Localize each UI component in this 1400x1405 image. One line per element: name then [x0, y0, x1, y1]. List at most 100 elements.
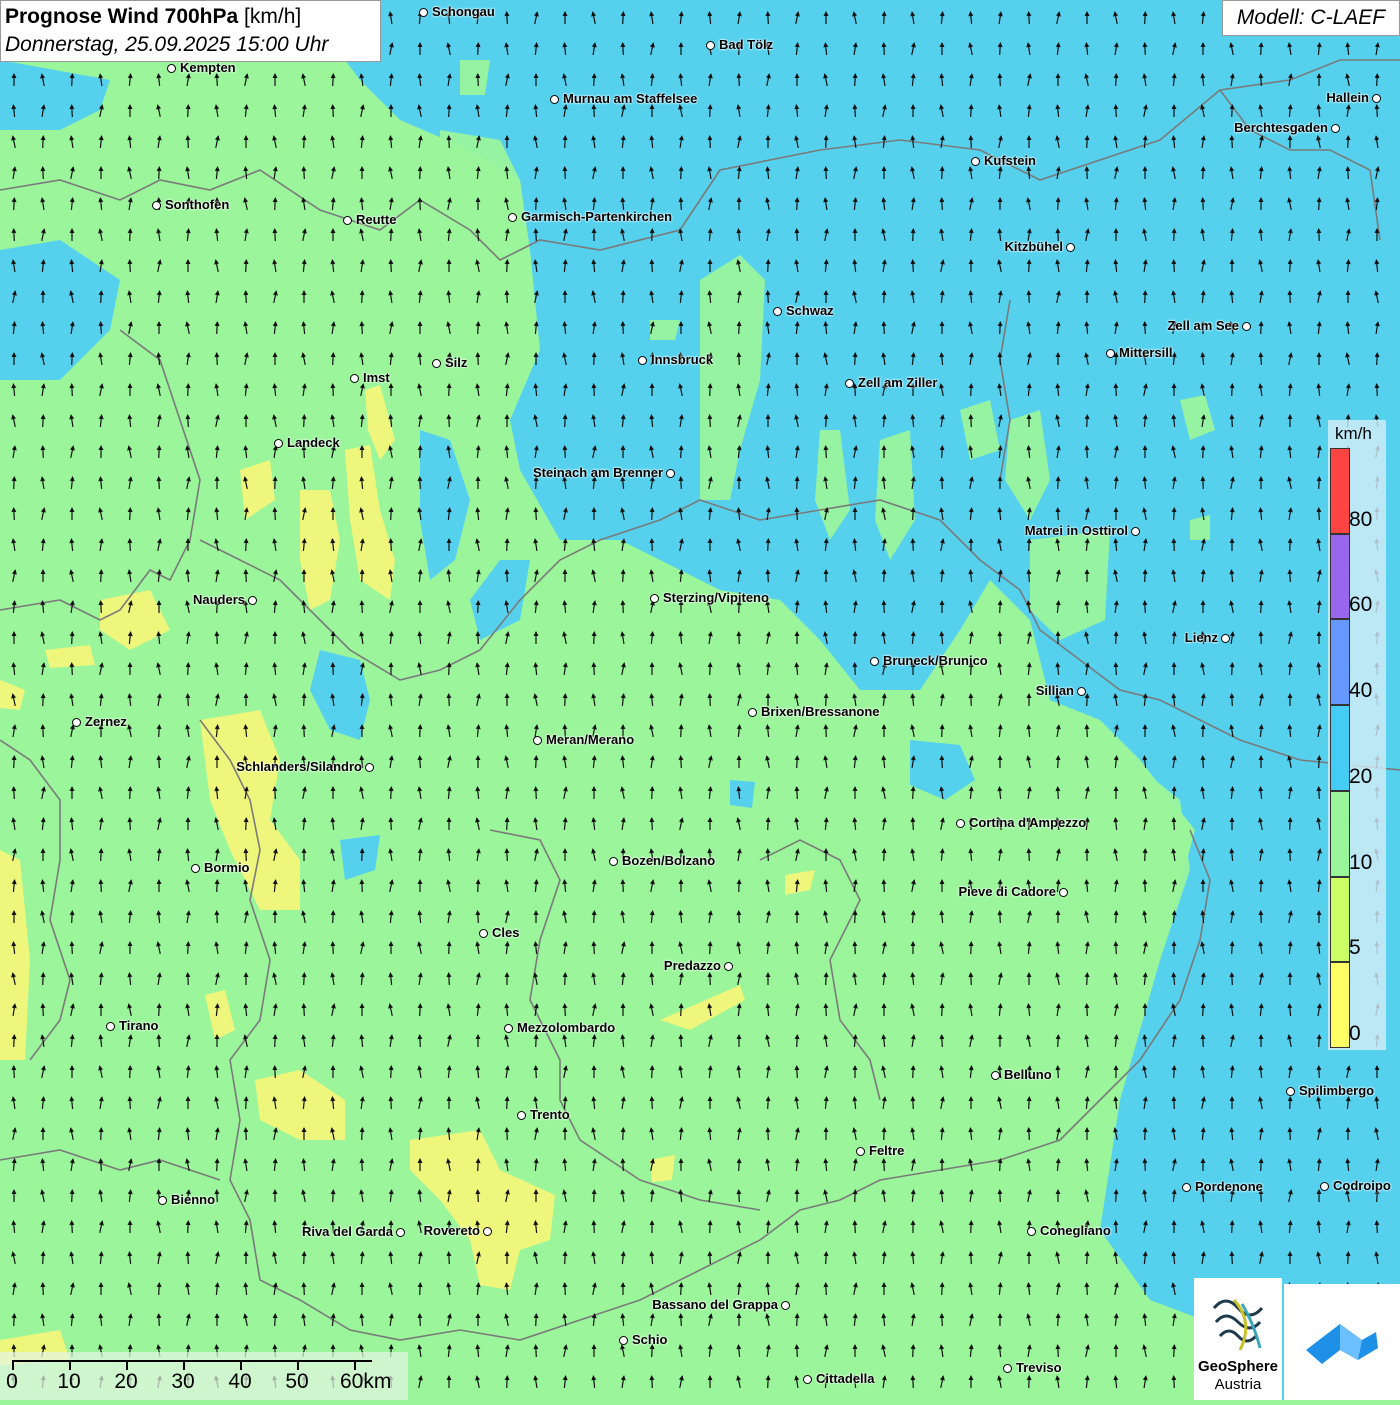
wind-arrow [678, 724, 684, 738]
wind-arrow [40, 166, 46, 180]
city-label: Schio [632, 1332, 668, 1347]
wind-arrow [388, 197, 394, 211]
wind-arrow [243, 290, 249, 304]
wind-arrow [649, 1096, 655, 1110]
wind-arrow [417, 848, 423, 862]
city-label: Murnau am Staffelsee [563, 91, 698, 106]
wind-arrow [1084, 1034, 1090, 1048]
city-label: Zell am Ziller [858, 375, 938, 390]
wind-zone [785, 870, 815, 895]
wind-arrow [475, 724, 481, 738]
wind-arrow [910, 1344, 916, 1358]
wind-arrow [620, 1127, 626, 1141]
city-label: Cittadella [816, 1371, 875, 1386]
wind-arrow [649, 1065, 655, 1079]
wind-arrow [533, 817, 539, 831]
city-label: Innsbruck [651, 352, 714, 367]
wind-arrow [69, 1065, 75, 1078]
wind-arrow [533, 1313, 539, 1327]
wind-arrow [591, 1220, 597, 1234]
wind-arrow [243, 414, 249, 427]
wind-arrow [417, 631, 423, 645]
city-marker [971, 157, 980, 166]
wind-arrow [591, 879, 597, 893]
wind-arrow [243, 662, 249, 676]
wind-arrow [243, 1189, 249, 1202]
wind-arrow [881, 1065, 887, 1078]
wind-arrow [852, 1313, 858, 1327]
wind-arrow [69, 1034, 75, 1048]
wind-arrow [272, 321, 278, 335]
wind-arrow [475, 972, 481, 985]
scale-tick [69, 1360, 71, 1370]
wind-arrow [997, 755, 1003, 768]
wind-arrow [98, 445, 104, 458]
wind-arrow [475, 755, 481, 768]
wind-arrow [359, 1003, 365, 1016]
wind-arrow [794, 1220, 800, 1234]
wind-arrow [533, 755, 539, 769]
wind-arrow [475, 507, 481, 521]
wind-arrow [301, 476, 307, 490]
city-marker [706, 41, 715, 50]
wind-arrow [591, 848, 597, 861]
wind-zone [650, 1155, 675, 1182]
wind-arrow [98, 352, 104, 366]
city-marker [1106, 349, 1115, 358]
wind-arrow [127, 476, 133, 490]
wind-arrow [388, 135, 394, 149]
wind-arrow [98, 228, 104, 241]
wind-arrow [794, 724, 800, 738]
wind-arrow [156, 724, 162, 738]
wind-arrow [678, 1096, 684, 1109]
wind-arrow [40, 1003, 46, 1017]
scale-tick [240, 1360, 242, 1370]
city-label: Bad Tölz [719, 37, 774, 52]
wind-arrow [185, 259, 191, 272]
wind-arrow [533, 600, 539, 614]
city-label: Tirano [119, 1018, 159, 1033]
wind-arrow [910, 1251, 916, 1265]
wind-arrow [98, 507, 104, 520]
wind-arrow [533, 879, 539, 893]
wind-arrow [127, 1313, 133, 1327]
wind-arrow [968, 1127, 974, 1141]
title-box: Prognose Wind 700hPa [km/h] Donnerstag, … [0, 0, 381, 62]
wind-arrow [997, 1003, 1003, 1017]
wind-arrow [156, 1003, 162, 1017]
wind-arrow [214, 104, 220, 118]
wind-arrow [446, 848, 452, 862]
wind-arrow [417, 1251, 423, 1265]
border-line [759, 839, 881, 1101]
wind-arrow [11, 1096, 17, 1110]
wind-arrow [562, 1158, 568, 1172]
wind-arrow [359, 228, 365, 241]
wind-arrow [214, 941, 220, 955]
wind-arrow [417, 197, 423, 211]
wind-arrow [939, 817, 945, 830]
wind-arrow [127, 1034, 133, 1048]
wind-arrow [301, 724, 307, 738]
city-marker [419, 8, 428, 17]
wind-arrow [446, 693, 452, 707]
wind-arrow [678, 972, 684, 986]
wind-arrow [272, 1313, 278, 1327]
wind-arrow [11, 569, 17, 582]
wind-arrow [272, 1189, 278, 1202]
wind-arrow [475, 352, 481, 366]
wind-arrow [243, 197, 249, 210]
wind-arrow [127, 786, 133, 800]
wind-arrow [40, 1065, 46, 1078]
wind-arrow [214, 507, 220, 521]
wind-arrow [11, 228, 17, 242]
city-label: Zell am See [1167, 318, 1239, 333]
wind-arrow [620, 693, 626, 707]
wind-arrow [185, 972, 191, 986]
wind-arrow [1055, 1065, 1061, 1079]
wind-arrow [40, 197, 46, 211]
wind-arrow [1084, 1375, 1090, 1389]
wind-arrow [446, 1065, 452, 1079]
wind-arrow [98, 197, 104, 211]
wind-arrow [997, 910, 1003, 924]
wind-arrow [417, 972, 423, 986]
